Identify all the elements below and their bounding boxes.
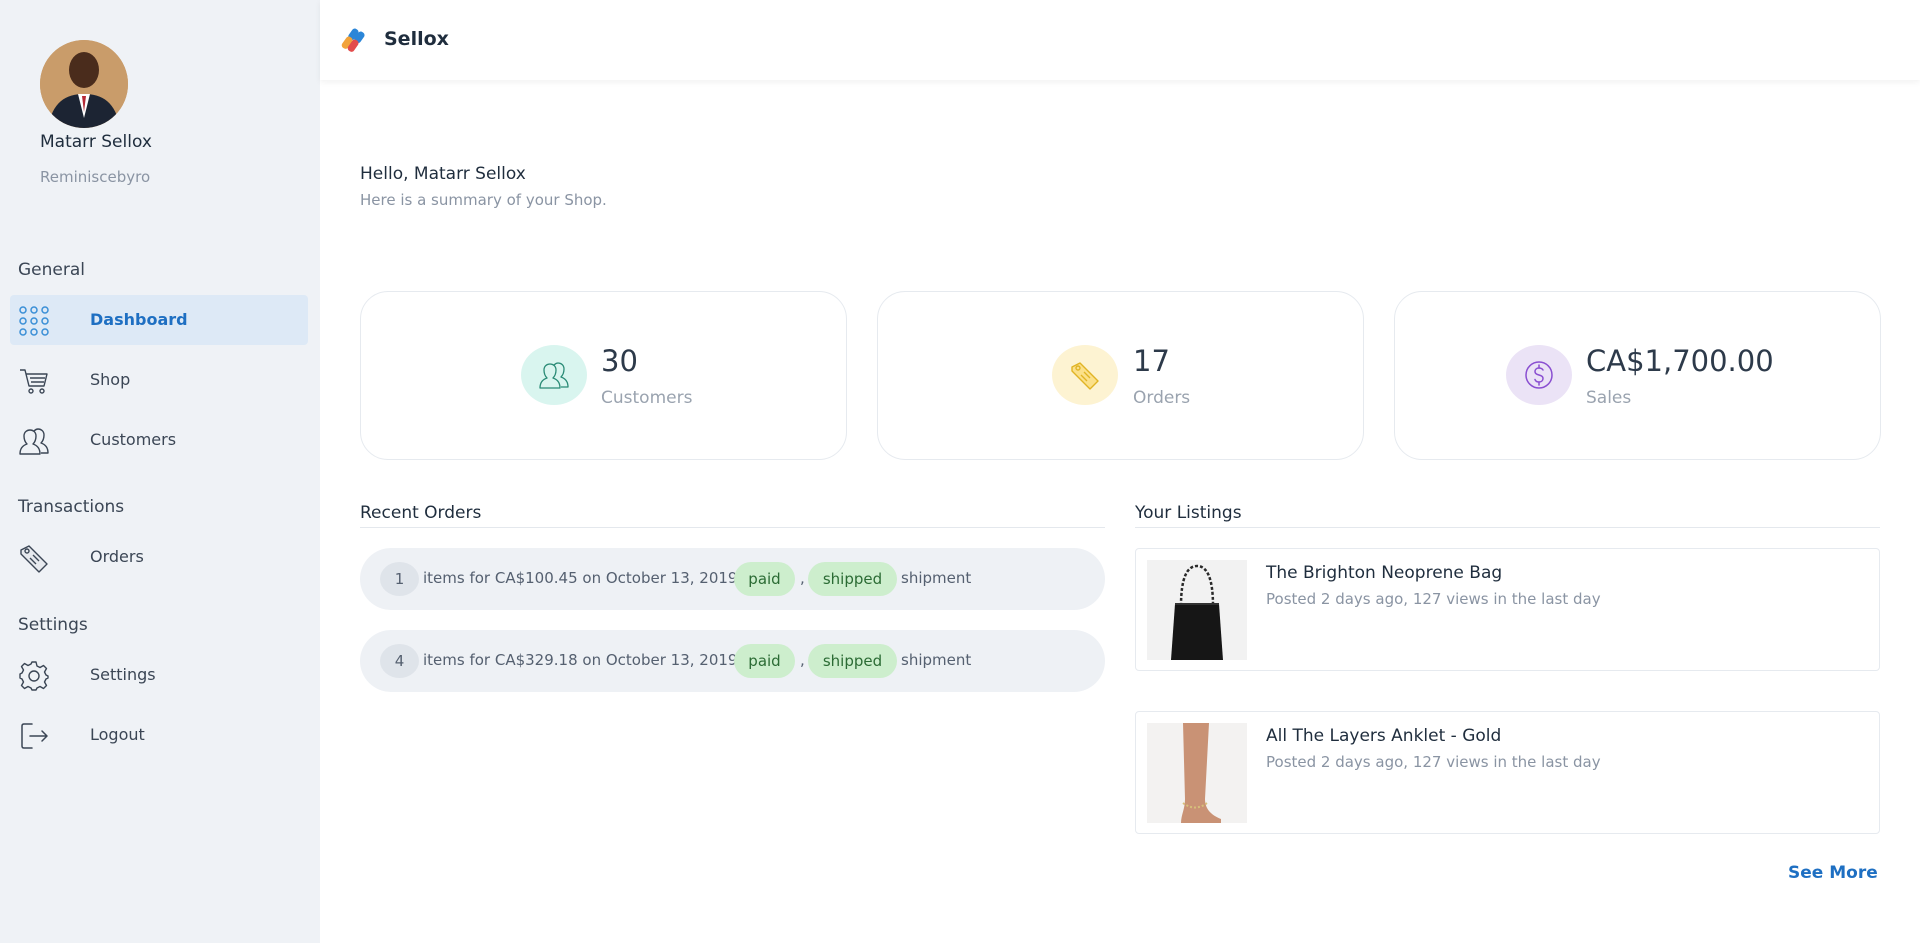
shipment-label: shipment xyxy=(901,569,972,587)
order-count-badge: 4 xyxy=(380,644,419,678)
users-icon xyxy=(18,425,50,457)
stat-card-customers: 30 Customers xyxy=(360,291,847,460)
sidebar-item-label: Settings xyxy=(90,665,156,684)
stat-value: CA$1,700.00 xyxy=(1586,344,1774,378)
sidebar-item-label: Shop xyxy=(90,370,131,389)
sidebar-item-settings[interactable]: Settings xyxy=(10,650,308,700)
stat-label: Orders xyxy=(1133,388,1191,408)
divider xyxy=(1135,527,1880,528)
listing-image[interactable] xyxy=(1147,560,1247,660)
order-text: items for CA$329.18 on October 13, 2019. xyxy=(423,651,743,669)
order-row[interactable]: 4 items for CA$329.18 on October 13, 201… xyxy=(360,630,1105,692)
listing-image[interactable] xyxy=(1147,723,1247,823)
sidebar-item-customers[interactable]: Customers xyxy=(10,415,308,465)
tag-icon xyxy=(1052,345,1118,405)
sidebar-item-label: Orders xyxy=(90,547,144,566)
paid-badge[interactable]: paid xyxy=(734,562,795,596)
order-row[interactable]: 1 items for CA$100.45 on October 13, 201… xyxy=(360,548,1105,610)
see-more-link[interactable]: See More xyxy=(1788,863,1878,883)
separator: , xyxy=(800,651,805,669)
greeting-subtitle: Here is a summary of your Shop. xyxy=(360,191,607,209)
stat-label: Sales xyxy=(1586,388,1632,408)
your-listings-title: Your Listings xyxy=(1135,503,1242,523)
sidebar-item-logout[interactable]: Logout xyxy=(10,710,308,760)
sidebar-item-orders[interactable]: Orders xyxy=(10,532,308,582)
listing-title[interactable]: The Brighton Neoprene Bag xyxy=(1266,563,1502,583)
listing-card[interactable]: All The Layers Anklet - Gold Posted 2 da… xyxy=(1135,711,1880,834)
paid-badge[interactable]: paid xyxy=(734,644,795,678)
sidebar-item-dashboard[interactable]: Dashboard xyxy=(10,295,308,345)
stat-value: 17 xyxy=(1133,344,1170,378)
order-text: items for CA$100.45 on October 13, 2019. xyxy=(423,569,743,587)
section-label-general: General xyxy=(18,260,85,280)
stat-card-sales: CA$1,700.00 Sales xyxy=(1394,291,1881,460)
sidebar-item-shop[interactable]: Shop xyxy=(10,355,308,405)
stat-value: 30 xyxy=(601,344,638,378)
shipped-badge[interactable]: shipped xyxy=(808,644,897,678)
profile-name: Matarr Sellox xyxy=(40,132,152,152)
separator: , xyxy=(800,569,805,587)
sidebar: Matarr Sellox Reminiscebyro General Dash… xyxy=(0,0,320,943)
sidebar-item-label: Customers xyxy=(90,430,177,449)
logout-icon xyxy=(18,720,50,752)
section-label-settings: Settings xyxy=(18,615,88,635)
sellox-logo-icon[interactable] xyxy=(340,26,370,56)
dollar-icon xyxy=(1506,345,1572,405)
top-bar: Sellox xyxy=(320,0,1920,80)
sidebar-item-label: Dashboard xyxy=(90,310,188,329)
divider xyxy=(360,527,1105,528)
shipped-badge[interactable]: shipped xyxy=(808,562,897,596)
shipment-label: shipment xyxy=(901,651,972,669)
listing-meta: Posted 2 days ago, 127 views in the last… xyxy=(1266,753,1601,771)
section-label-transactions: Transactions xyxy=(18,497,125,517)
brand-name[interactable]: Sellox xyxy=(384,28,449,50)
grid-icon xyxy=(18,305,50,337)
sidebar-item-label: Logout xyxy=(90,725,145,744)
order-count-badge: 1 xyxy=(380,562,419,596)
recent-orders-title: Recent Orders xyxy=(360,503,482,523)
gear-icon xyxy=(18,660,50,692)
profile-handle: Reminiscebyro xyxy=(40,168,151,186)
tag-icon xyxy=(18,542,50,574)
greeting-title: Hello, Matarr Sellox xyxy=(360,164,526,184)
listing-title[interactable]: All The Layers Anklet - Gold xyxy=(1266,726,1501,746)
users-icon xyxy=(521,345,587,405)
listing-card[interactable]: The Brighton Neoprene Bag Posted 2 days … xyxy=(1135,548,1880,671)
stat-label: Customers xyxy=(601,388,693,408)
stat-card-orders: 17 Orders xyxy=(877,291,1364,460)
listing-meta: Posted 2 days ago, 127 views in the last… xyxy=(1266,590,1601,608)
cart-icon xyxy=(18,365,50,397)
avatar[interactable] xyxy=(40,40,128,128)
